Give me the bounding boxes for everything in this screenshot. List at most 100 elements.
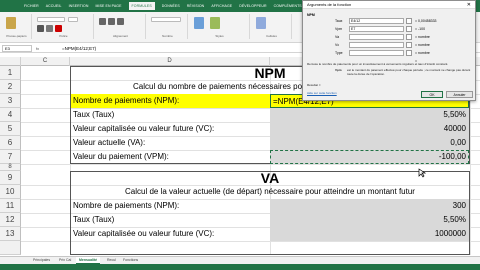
ribbon-group-label: Cellules [266, 34, 277, 38]
sheet-tab[interactable]: Fonctions [120, 257, 141, 264]
arg-input-type[interactable] [349, 50, 404, 56]
row-header-3[interactable]: 3 [0, 94, 21, 108]
fx-icon[interactable]: fx [36, 45, 39, 52]
pv-value-cell[interactable]: 0,00 [270, 136, 469, 150]
font-color-icon[interactable] [55, 25, 62, 32]
sheet-tab[interactable]: Principales [30, 257, 53, 264]
va-nper-label-cell[interactable]: Nombre de paiements (NPM): [71, 199, 270, 213]
collapse-dialog-icon[interactable] [406, 26, 412, 32]
ribbon-group-styles: Styles [190, 14, 250, 39]
sheet-tab-bar: Principales Prix Cal Mensualité Recul Fo… [0, 256, 480, 264]
paste-icon[interactable] [6, 17, 16, 29]
row-header-1[interactable]: 1 [0, 66, 21, 80]
formula-input[interactable]: =NPM(E4/12;E7) [62, 45, 96, 52]
tab-file[interactable]: FICHIER [24, 4, 39, 8]
font-size-select[interactable] [68, 17, 78, 22]
tab-review[interactable]: RÉVISION [187, 4, 205, 8]
fv-label-cell[interactable]: Valeur capitalisée ou valeur future (VC)… [71, 122, 270, 136]
row-header-6[interactable]: 6 [0, 136, 21, 150]
arg-description: est le montant du paiement effectué pour… [347, 68, 471, 76]
name-box[interactable]: E3 [2, 45, 32, 52]
arg-description-label: Vpm [335, 68, 342, 72]
font-name-select[interactable] [37, 17, 65, 22]
collapse-dialog-icon[interactable] [406, 42, 412, 48]
fv-value-cell[interactable]: 40000 [270, 122, 469, 136]
arg-label-type: Type [335, 51, 343, 55]
arg-input-fv[interactable] [349, 42, 404, 48]
column-header-d[interactable]: D [70, 57, 270, 66]
result-label: Résultat = [307, 83, 321, 87]
ribbon-group-alignment: Alignement [96, 14, 146, 39]
align-left-icon[interactable] [99, 18, 106, 25]
function-name: NPM [307, 13, 315, 17]
excel-window: FICHIER ACCUEIL INSERTION MISE EN PAGE F… [0, 0, 480, 270]
mouse-cursor-icon [418, 168, 426, 178]
dialog-title: Arguments de la fonction [303, 1, 475, 9]
wrap-text-icon[interactable] [117, 18, 124, 25]
tab-page-layout[interactable]: MISE EN PAGE [95, 4, 121, 8]
npm-label-cell[interactable]: Nombre de paiements (NPM): [71, 94, 270, 108]
row-header-5[interactable]: 5 [0, 122, 21, 136]
tab-data[interactable]: DONNÉES [162, 4, 180, 8]
row-header-11[interactable]: 11 [0, 199, 21, 213]
rate-label-cell[interactable]: Taux (Taux) [71, 108, 270, 122]
format-table-icon[interactable] [210, 17, 220, 29]
number-format-select[interactable] [151, 17, 181, 22]
pmt-value-cell[interactable]: -100,00 [270, 150, 469, 164]
gridline [21, 164, 480, 165]
tab-addins[interactable]: COMPLÉMENTS [274, 4, 302, 8]
arg-label-rate: Taux [335, 19, 343, 23]
sheet-tab-active[interactable]: Mensualité [76, 257, 101, 264]
arg-input-rate[interactable]: E4/12 [349, 18, 404, 24]
row-header-8[interactable]: 8 [0, 164, 21, 171]
function-description: Renvoie le nombre de paiements pour un i… [307, 62, 449, 66]
va-nper-value-cell[interactable]: 300 [270, 199, 469, 213]
rate-value-cell[interactable]: 5,50% [270, 108, 469, 122]
pv-label-cell[interactable]: Valeur actuelle (VA): [71, 136, 270, 150]
conditional-format-icon[interactable] [194, 17, 204, 29]
pmt-label-cell[interactable]: Valeur du paiement (VPM): [71, 150, 270, 164]
row-header-14[interactable] [0, 241, 21, 255]
arg-label-pv: Va [335, 35, 340, 39]
select-all-corner[interactable] [0, 57, 21, 66]
cancel-button[interactable]: Annuler [446, 91, 473, 98]
ribbon-group-label: Presse-papiers [6, 34, 27, 38]
va-fv-value-cell[interactable]: 1000000 [270, 227, 469, 241]
collapse-dialog-icon[interactable] [406, 18, 412, 24]
row-header-12[interactable]: 12 [0, 213, 21, 227]
sheet-tab[interactable]: Recul [104, 257, 119, 264]
italic-icon[interactable] [46, 25, 53, 32]
arg-label-fv: Vc [335, 43, 340, 47]
row-header-13[interactable]: 13 [0, 227, 21, 241]
collapse-dialog-icon[interactable] [406, 50, 412, 56]
tab-developer[interactable]: DÉVELOPPEUR [239, 4, 266, 8]
ribbon-group-label: Alignement [112, 34, 128, 38]
va-rate-label-cell[interactable]: Taux (Taux) [71, 213, 270, 227]
sheet-tab[interactable]: Prix Cal [56, 257, 74, 264]
tab-home[interactable]: ACCUEIL [46, 4, 62, 8]
close-icon[interactable]: ✕ [467, 1, 471, 9]
bold-icon[interactable] [37, 25, 44, 32]
ok-button[interactable]: OK [421, 91, 443, 98]
tab-insert[interactable]: INSERTION [69, 4, 89, 8]
tab-view[interactable]: AFFICHAGE [211, 4, 232, 8]
ribbon-group-clipboard: Presse-papiers [2, 14, 32, 39]
function-arguments-dialog: Arguments de la fonction ✕ NPM Taux E4/1… [302, 0, 476, 101]
column-header-c[interactable]: C [21, 57, 70, 66]
align-center-icon[interactable] [108, 18, 115, 25]
row-header-4[interactable]: 4 [0, 108, 21, 122]
va-fv-label-cell[interactable]: Valeur capitalisée ou valeur future (VC)… [71, 227, 270, 241]
row-header-7[interactable]: 7 [0, 150, 21, 164]
insert-cells-icon[interactable] [256, 17, 266, 29]
collapse-dialog-icon[interactable] [406, 34, 412, 40]
row-header-9[interactable]: 9 [0, 171, 21, 185]
arg-input-pmt[interactable]: E7 [349, 26, 404, 32]
arg-result-fv: = nombre [415, 43, 430, 47]
tab-formulas[interactable]: FORMULES [128, 2, 155, 10]
row-header-2[interactable]: 2 [0, 80, 21, 94]
row-header-10[interactable]: 10 [0, 185, 21, 199]
arg-result-rate: = 0,00458333 [415, 19, 437, 23]
arg-input-pv[interactable] [349, 34, 404, 40]
va-rate-value-cell[interactable]: 5,50% [270, 213, 469, 227]
help-link[interactable]: Aide sur cette fonction [307, 91, 337, 95]
